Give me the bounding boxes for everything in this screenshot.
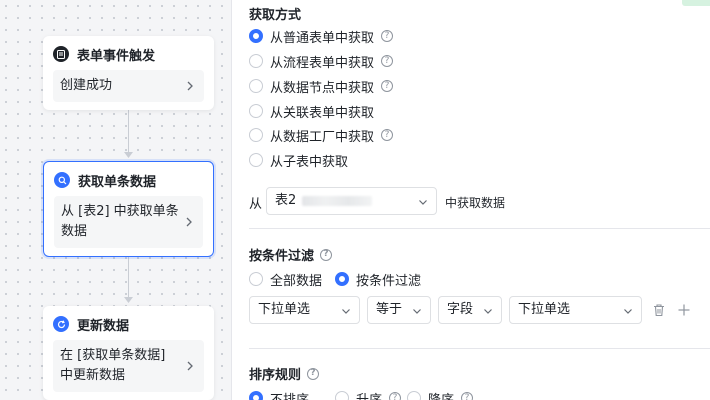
radio-button[interactable] (249, 272, 263, 286)
help-icon[interactable]: ? (381, 30, 394, 42)
flow-node-form-trigger[interactable]: 表单事件触发 创建成功 (43, 36, 214, 110)
radio-label: 从数据工厂中获取 (270, 129, 375, 145)
filter-operator-select[interactable]: 等于 (367, 296, 431, 324)
radio-label: 全部数据 (270, 273, 323, 289)
help-icon[interactable]: ? (381, 129, 394, 141)
chevron-right-icon (187, 81, 193, 91)
help-icon[interactable]: ? (307, 367, 320, 380)
table-select[interactable]: 表2 (266, 187, 437, 215)
chevron-down-icon (342, 309, 350, 314)
document-icon (53, 46, 69, 62)
divider (249, 348, 710, 349)
radio-label: 从关联表单中获取 (270, 105, 375, 121)
chevron-right-icon (186, 217, 192, 227)
chevron-down-icon (413, 309, 421, 314)
radio-label: 从普通表单中获取 (270, 30, 375, 46)
node-title: 获取单条数据 (78, 174, 157, 190)
filter-value-value: 下拉单选 (518, 302, 571, 317)
help-icon[interactable]: ? (320, 248, 333, 261)
radio-option-source-5[interactable]: 从子表中获取 (249, 151, 349, 170)
help-icon[interactable]: ? (461, 392, 474, 400)
radio-label: 降序 (428, 392, 455, 400)
filter-field-select[interactable]: 下拉单选 (249, 296, 360, 324)
filter-value-type-select[interactable]: 字段 (438, 296, 502, 324)
filter-value-type-value: 字段 (447, 302, 474, 317)
radio-label: 从子表中获取 (270, 154, 349, 170)
help-icon[interactable]: ? (389, 392, 402, 400)
status-badge (682, 0, 710, 6)
section-title-filter: 按条件过滤 ? (249, 245, 333, 264)
node-summary[interactable]: 从 [表2] 中获取单条数据 (54, 196, 203, 248)
radio-option-sort-asc[interactable]: 升序 ? (335, 389, 402, 400)
section-title-source: 获取方式 (249, 8, 302, 23)
node-summary-text: 在 [获取单条数据] 中更新数据 (60, 348, 166, 383)
filter-field-value: 下拉单选 (258, 302, 311, 317)
flow-node-get-single-record[interactable]: 获取单条数据 从 [表2] 中获取单条数据 (43, 161, 214, 257)
table-select-value: 表2 (275, 193, 297, 208)
radio-label: 从流程表单中获取 (270, 55, 375, 71)
radio-button[interactable] (249, 104, 263, 118)
node-title: 表单事件触发 (77, 48, 156, 64)
help-icon[interactable]: ? (381, 55, 394, 67)
radio-label: 不排序 (270, 392, 310, 400)
radio-label: 按条件过滤 (356, 273, 422, 289)
filter-value-select[interactable]: 下拉单选 (509, 296, 642, 324)
radio-option-source-0[interactable]: 从普通表单中获取 ? (249, 27, 394, 46)
search-icon (54, 172, 70, 188)
filter-operator-value: 等于 (376, 302, 403, 317)
trash-icon[interactable] (652, 303, 666, 317)
refresh-icon (53, 316, 69, 332)
chevron-down-icon (624, 309, 632, 314)
radio-option-source-4[interactable]: 从数据工厂中获取 ? (249, 126, 394, 145)
plus-icon[interactable] (677, 303, 691, 317)
connector-arrow-icon (124, 297, 133, 303)
connector-line (128, 250, 129, 298)
radio-button[interactable] (249, 54, 263, 68)
radio-option-filter-all[interactable]: 全部数据 (249, 270, 323, 289)
radio-option-filter-condition[interactable]: 按条件过滤 (335, 270, 422, 289)
radio-option-source-1[interactable]: 从流程表单中获取 ? (249, 52, 394, 71)
chevron-down-icon (484, 309, 492, 314)
radio-option-sort-none[interactable]: 不排序 (249, 389, 309, 400)
chevron-right-icon (187, 361, 193, 371)
section-title-sort: 排序规则 ? (249, 364, 320, 383)
radio-option-source-3[interactable]: 从关联表单中获取 (249, 102, 375, 121)
radio-button[interactable] (249, 153, 263, 167)
connector-line (128, 105, 129, 153)
node-title: 更新数据 (77, 318, 130, 334)
redacted-text (302, 195, 373, 206)
node-summary[interactable]: 创建成功 (53, 70, 204, 102)
section-title-filter-text: 按条件过滤 (249, 249, 315, 264)
connector-arrow-icon (124, 152, 133, 158)
node-summary-text: 从 [表2] 中获取单条数据 (61, 204, 179, 239)
radio-button[interactable] (249, 79, 263, 93)
radio-button[interactable] (249, 391, 263, 400)
node-config-panel: 获取方式 从普通表单中获取 ? 从流程表单中获取 ? 从数据节点中获取 ? 从关… (232, 0, 710, 400)
section-title-sort-text: 排序规则 (249, 368, 302, 383)
radio-option-source-2[interactable]: 从数据节点中获取 ? (249, 77, 394, 96)
flow-node-update-data[interactable]: 更新数据 在 [获取单条数据] 中更新数据 (43, 306, 214, 400)
radio-label: 从数据节点中获取 (270, 80, 375, 96)
flow-canvas[interactable]: 表单事件触发 创建成功 获取单条数据 从 [表2] 中获取单条数据 更新数据 在 (0, 0, 232, 400)
radio-label: 升序 (356, 392, 383, 400)
radio-button[interactable] (335, 391, 349, 400)
node-summary[interactable]: 在 [获取单条数据] 中更新数据 (53, 340, 204, 392)
chevron-down-icon (419, 200, 427, 205)
radio-button[interactable] (407, 391, 421, 400)
from-suffix-label: 中获取数据 (445, 196, 506, 210)
radio-button[interactable] (249, 128, 263, 142)
divider (249, 228, 710, 229)
radio-option-sort-desc[interactable]: 降序 ? (407, 389, 474, 400)
radio-button[interactable] (335, 272, 349, 286)
help-icon[interactable]: ? (381, 80, 394, 92)
radio-button[interactable] (249, 29, 263, 43)
node-summary-text: 创建成功 (60, 78, 113, 93)
from-label: 从 (249, 197, 263, 212)
